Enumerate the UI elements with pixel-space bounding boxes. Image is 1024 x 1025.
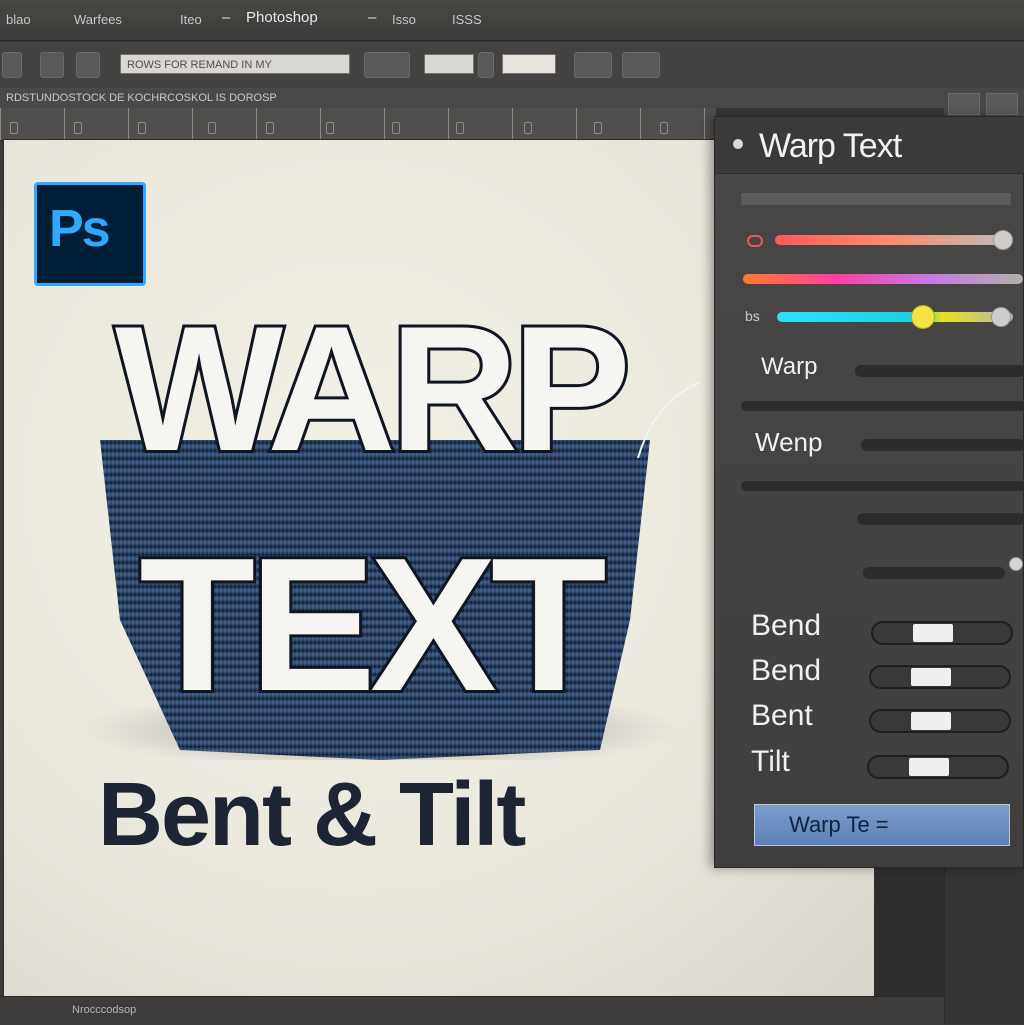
- status-text: Nrocccodsop: [72, 1004, 137, 1016]
- menu-item-2[interactable]: Warfees: [74, 12, 122, 27]
- workspace-controls: [944, 88, 1024, 118]
- divider-bar: [741, 401, 1024, 411]
- warp-row-label-2: Wenp: [755, 427, 823, 457]
- document-tab[interactable]: RDSTUNDOSTOCK DE KOCHRCOSKOL IS DOROSP: [0, 88, 944, 108]
- close-icon[interactable]: [733, 139, 743, 149]
- workspace-button[interactable]: [986, 93, 1018, 115]
- ruler-tick: [326, 122, 334, 134]
- ruler-tick: [208, 122, 216, 134]
- menu-item-1[interactable]: blao: [6, 12, 31, 27]
- tool-preset-button[interactable]: [2, 52, 22, 78]
- divider-bar: [741, 481, 1024, 491]
- toggle-thumb[interactable]: [913, 624, 953, 642]
- bend-slider[interactable]: [775, 235, 1001, 245]
- bend-label-2: Bend: [751, 654, 822, 687]
- toggle-thumb[interactable]: [909, 758, 949, 776]
- bend-label: Bend: [751, 609, 822, 642]
- tilt-label: Tilt: [751, 745, 790, 778]
- horizontal-ruler[interactable]: [0, 108, 716, 141]
- ruler-tick: [524, 122, 532, 134]
- toggle-thumb[interactable]: [911, 668, 951, 686]
- ruler-tick: [266, 122, 274, 134]
- font-family-field[interactable]: ROWS FOR REMAND IN MY: [120, 54, 350, 74]
- bend-slider-knob[interactable]: [993, 230, 1013, 250]
- ruler-tick: [392, 122, 400, 134]
- warp-value-bar[interactable]: [861, 439, 1024, 451]
- bend-toggle[interactable]: [871, 621, 1013, 645]
- tool-button[interactable]: [40, 52, 64, 78]
- ruler-tick: [456, 122, 464, 134]
- style-icon: [747, 235, 763, 247]
- toggle-thumb[interactable]: [911, 712, 951, 730]
- warp-text-headline[interactable]: WARP TEXT: [40, 290, 700, 760]
- tool-button[interactable]: [76, 52, 100, 78]
- status-bar: Nrocccodsop: [0, 996, 944, 1025]
- horizontal-distortion-slider[interactable]: [743, 274, 1023, 284]
- panels-toggle-button[interactable]: [622, 52, 660, 78]
- logo-text: Ps: [49, 200, 111, 258]
- menu-item-4[interactable]: Isso: [392, 12, 416, 27]
- end-knob[interactable]: [991, 307, 1011, 327]
- dropdown-arrow-icon[interactable]: [478, 52, 494, 78]
- ruler-tick: [660, 122, 668, 134]
- title-separator: –: [222, 9, 231, 26]
- panel-title: Warp Text: [759, 127, 902, 165]
- vertical-distortion-slider[interactable]: [777, 312, 1013, 322]
- color-knob[interactable]: [911, 305, 935, 329]
- bent-toggle[interactable]: [869, 709, 1011, 733]
- app-title: Photoshop: [246, 9, 318, 26]
- ruler-tick: [74, 122, 82, 134]
- workspace-button[interactable]: [948, 93, 980, 115]
- panel-header: Warp Text: [715, 117, 1024, 174]
- canvas-edge: [874, 868, 944, 996]
- font-style-button[interactable]: [364, 52, 410, 78]
- warp-text-panel: Warp Text bs Warp Wenp Bend Bend Bent Ti…: [714, 116, 1024, 868]
- warp-text-button[interactable]: Warp Te =: [754, 804, 1010, 846]
- style-dropdown[interactable]: [741, 193, 1011, 205]
- color-swatch-field[interactable]: [502, 54, 556, 74]
- option-bar[interactable]: [857, 513, 1024, 525]
- side-dock: [944, 868, 1024, 1024]
- ruler-tick: [10, 122, 18, 134]
- options-bar: ROWS FOR REMAND IN MY: [0, 42, 1024, 89]
- ruler-tick: [594, 122, 602, 134]
- bend-toggle-2[interactable]: [869, 665, 1011, 689]
- headline-line-1: WARP: [115, 290, 625, 488]
- subtitle-text: Bent & Tilt: [98, 765, 526, 865]
- headline-line-2: TEXT: [139, 519, 606, 731]
- option-knob[interactable]: [1009, 557, 1023, 571]
- option-bar[interactable]: [863, 567, 1005, 579]
- warp-value-bar[interactable]: [855, 365, 1024, 377]
- warp-row-label: Warp: [761, 353, 818, 380]
- menu-item-3[interactable]: Iteo: [180, 12, 202, 27]
- title-bar: blao Warfees Iteo – Photoshop – Isso ISS…: [0, 0, 1024, 41]
- tilt-toggle[interactable]: [867, 755, 1009, 779]
- slider-label: bs: [745, 308, 760, 324]
- ruler-tick: [138, 122, 146, 134]
- photoshop-logo: Ps: [34, 182, 146, 286]
- bent-label: Bent: [751, 699, 813, 732]
- menu-item-5[interactable]: ISSS: [452, 12, 482, 27]
- title-separator: –: [368, 9, 377, 26]
- font-size-field[interactable]: [424, 54, 474, 74]
- warp-text-button[interactable]: [574, 52, 612, 78]
